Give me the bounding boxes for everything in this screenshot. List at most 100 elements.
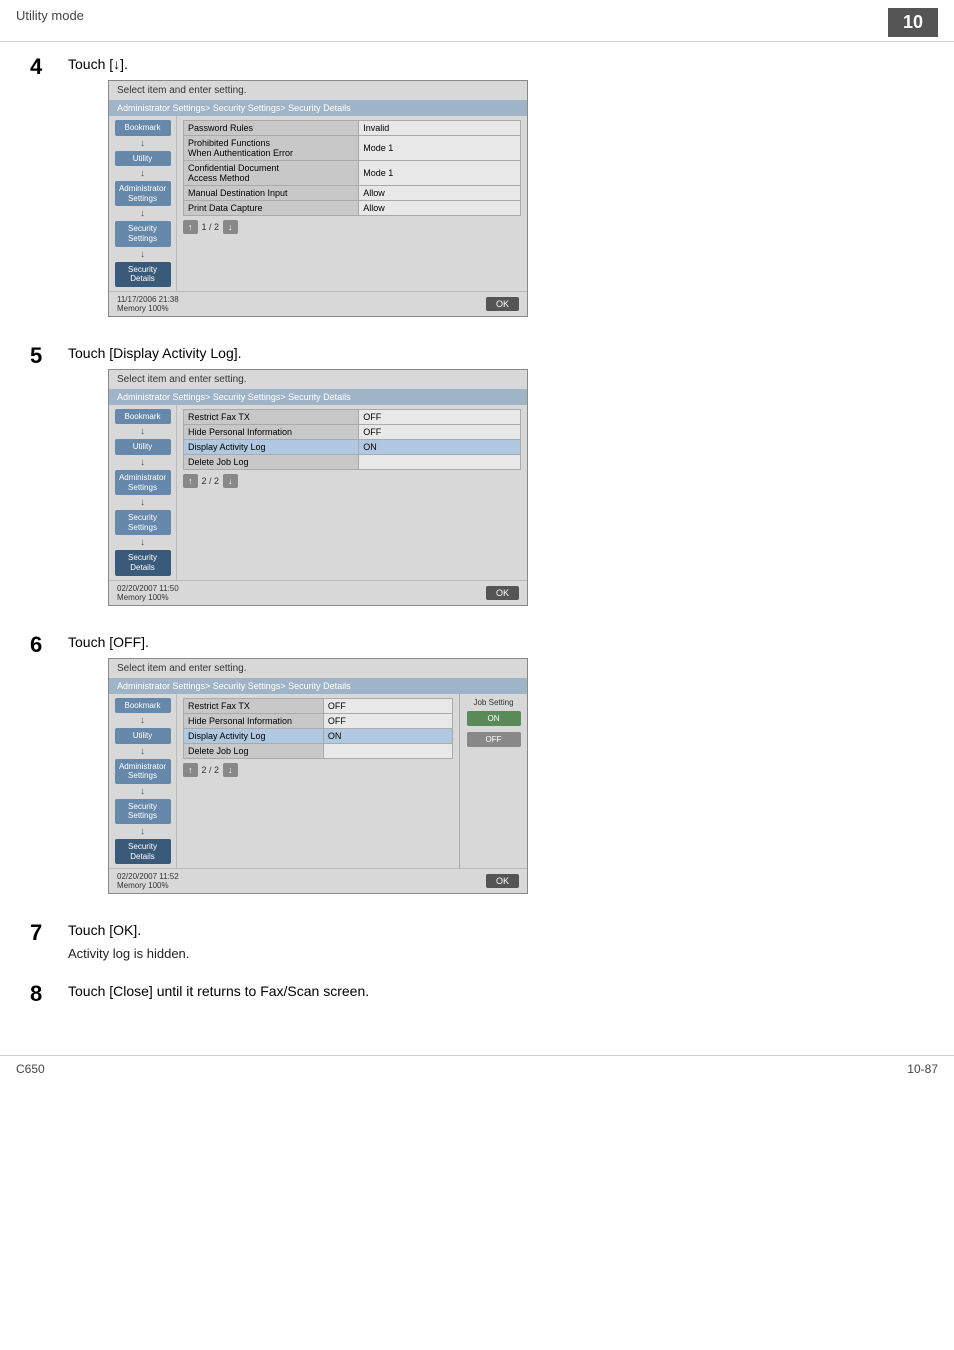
sidebar-arrow-2: ↓ (140, 168, 145, 179)
screen-5-top: Select item and enter setting. (109, 370, 527, 389)
step-5-instruction: Touch [Display Activity Log]. (68, 345, 924, 361)
table-value (323, 743, 452, 758)
sidebar-arrow-5-2: ↓ (140, 457, 145, 468)
screen-6-sidebar: Bookmark ↓ Utility ↓ Administrator Setti… (109, 694, 177, 869)
step-6-number: 6 (30, 632, 68, 658)
table-row: Prohibited FunctionsWhen Authentication … (184, 136, 521, 161)
step-4-number: 4 (30, 54, 68, 80)
job-setting-panel: Job Setting ON OFF (459, 694, 527, 869)
screen-4-top: Select item and enter setting. (109, 81, 527, 100)
sidebar-security-settings-6[interactable]: Security Settings (115, 799, 171, 824)
screen-5-body: Bookmark ↓ Utility ↓ Administrator Setti… (109, 405, 527, 580)
sidebar-security-details[interactable]: Security Details (115, 262, 171, 287)
sidebar-admin-settings[interactable]: Administrator Settings (115, 181, 171, 206)
table-value-activity-6: ON (323, 728, 452, 743)
screen-4-main: Password Rules Invalid Prohibited Functi… (177, 116, 527, 291)
job-off-button[interactable]: OFF (467, 732, 521, 747)
sidebar-arrow-3: ↓ (140, 208, 145, 219)
sidebar-bookmark-6[interactable]: Bookmark (115, 698, 171, 714)
step-7-subtext: Activity log is hidden. (68, 946, 924, 961)
screen-4-table: Password Rules Invalid Prohibited Functi… (183, 120, 521, 216)
table-value: Mode 1 (359, 136, 521, 161)
step-6-content: Touch [OFF]. Select item and enter setti… (68, 630, 924, 901)
table-value: Allow (359, 201, 521, 216)
sidebar-utility-6[interactable]: Utility (115, 728, 171, 744)
table-value (359, 454, 521, 469)
sidebar-admin-settings-6[interactable]: Administrator Settings (115, 759, 171, 784)
step-4-instruction: Touch [↓]. (68, 56, 924, 72)
table-label: Prohibited FunctionsWhen Authentication … (184, 136, 359, 161)
step-8-row: 8 Touch [Close] until it returns to Fax/… (30, 979, 924, 1007)
screen-5-table: Restrict Fax TX OFF Hide Personal Inform… (183, 409, 521, 470)
screen-4-mockup: Select item and enter setting. Administr… (108, 80, 528, 317)
pag-down-btn[interactable]: ↓ (223, 220, 238, 234)
screen-4-breadcrumb: Administrator Settings> Security Setting… (109, 100, 527, 116)
table-row: Print Data Capture Allow (184, 201, 521, 216)
sidebar-bookmark-5[interactable]: Bookmark (115, 409, 171, 425)
screen-4-pagination: ↑ 1 / 2 ↓ (183, 220, 521, 234)
screen-5-bottom: 02/20/2007 11:50Memory 100% OK (109, 580, 527, 605)
page-footer: C650 10-87 (0, 1055, 954, 1082)
job-on-button[interactable]: ON (467, 711, 521, 726)
step-5-number: 5 (30, 343, 68, 369)
table-label: Delete Job Log (184, 743, 324, 758)
sidebar-admin-settings-5[interactable]: Administrator Settings (115, 470, 171, 495)
sidebar-arrow-5-1: ↓ (140, 426, 145, 437)
screen-5-mockup: Select item and enter setting. Administr… (108, 369, 528, 606)
table-row: Restrict Fax TX OFF (184, 409, 521, 424)
table-label: Manual Destination Input (184, 186, 359, 201)
screen-4-bottom: 11/17/2006 21:38Memory 100% OK (109, 291, 527, 316)
table-row: Hide Personal Information OFF (184, 713, 453, 728)
sidebar-arrow-6-4: ↓ (140, 826, 145, 837)
job-setting-label: Job Setting (473, 698, 513, 707)
sidebar-security-settings-5[interactable]: Security Settings (115, 510, 171, 535)
table-label-activity-6: Display Activity Log (184, 728, 324, 743)
table-row: Password Rules Invalid (184, 121, 521, 136)
step-5-content: Touch [Display Activity Log]. Select ite… (68, 341, 924, 612)
step-7-instruction: Touch [OK]. (68, 922, 924, 938)
screen-6-table: Restrict Fax TX OFF Hide Personal Inform… (183, 698, 453, 759)
table-value-display-activity: ON (359, 439, 521, 454)
step-7-content: Touch [OK]. Activity log is hidden. (68, 918, 924, 961)
pag-down-btn-5[interactable]: ↓ (223, 474, 238, 488)
table-row: Confidential DocumentAccess Method Mode … (184, 161, 521, 186)
pag-text-5: 2 / 2 (202, 476, 220, 486)
table-label: Restrict Fax TX (184, 409, 359, 424)
sidebar-security-details-6[interactable]: Security Details (115, 839, 171, 864)
table-row: Hide Personal Information OFF (184, 424, 521, 439)
screen-5-main: Restrict Fax TX OFF Hide Personal Inform… (177, 405, 527, 580)
step-4-row: 4 Touch [↓]. Select item and enter setti… (30, 52, 924, 323)
screen-6-main: Restrict Fax TX OFF Hide Personal Inform… (177, 694, 459, 869)
pag-up-btn[interactable]: ↑ (183, 220, 198, 234)
step-5-row: 5 Touch [Display Activity Log]. Select i… (30, 341, 924, 612)
screen-5-datetime: 02/20/2007 11:50Memory 100% (117, 584, 179, 602)
sidebar-security-details-5[interactable]: Security Details (115, 550, 171, 575)
screen-6-ok-btn[interactable]: OK (486, 874, 519, 888)
table-label-display-activity: Display Activity Log (184, 439, 359, 454)
sidebar-utility[interactable]: Utility (115, 151, 171, 167)
screen-6-pagination: ↑ 2 / 2 ↓ (183, 763, 453, 777)
content-area: 4 Touch [↓]. Select item and enter setti… (0, 42, 954, 1035)
sidebar-arrow-6-3: ↓ (140, 786, 145, 797)
screen-5-ok-btn[interactable]: OK (486, 586, 519, 600)
pag-up-btn-5[interactable]: ↑ (183, 474, 198, 488)
table-value: Allow (359, 186, 521, 201)
page-header: Utility mode 10 (0, 0, 954, 42)
step-6-instruction: Touch [OFF]. (68, 634, 924, 650)
sidebar-arrow-6-1: ↓ (140, 715, 145, 726)
screen-5-sidebar: Bookmark ↓ Utility ↓ Administrator Setti… (109, 405, 177, 580)
table-row-highlighted-6[interactable]: Display Activity Log ON (184, 728, 453, 743)
table-label: Hide Personal Information (184, 424, 359, 439)
pag-up-btn-6[interactable]: ↑ (183, 763, 198, 777)
step-8-instruction: Touch [Close] until it returns to Fax/Sc… (68, 983, 924, 999)
table-row-highlighted[interactable]: Display Activity Log ON (184, 439, 521, 454)
sidebar-security-settings[interactable]: Security Settings (115, 221, 171, 246)
screen-4-ok-btn[interactable]: OK (486, 297, 519, 311)
table-row: Delete Job Log (184, 454, 521, 469)
sidebar-utility-5[interactable]: Utility (115, 439, 171, 455)
step-6-row: 6 Touch [OFF]. Select item and enter set… (30, 630, 924, 901)
pag-down-btn-6[interactable]: ↓ (223, 763, 238, 777)
table-label: Confidential DocumentAccess Method (184, 161, 359, 186)
sidebar-bookmark[interactable]: Bookmark (115, 120, 171, 136)
table-label: Delete Job Log (184, 454, 359, 469)
